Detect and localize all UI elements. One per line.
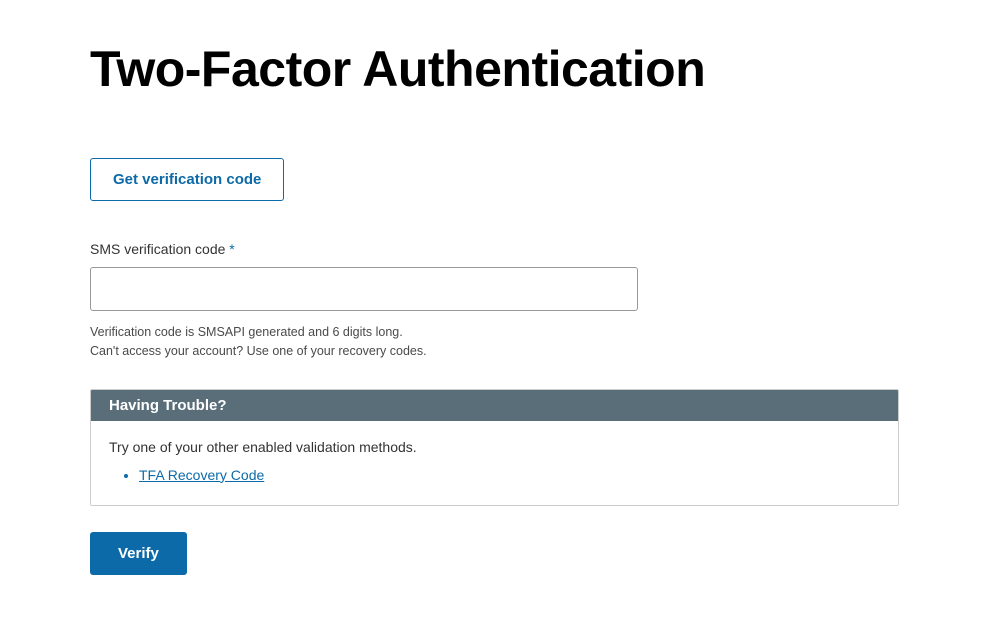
trouble-panel-header: Having Trouble? xyxy=(91,390,898,421)
trouble-methods-list: TFA Recovery Code xyxy=(109,467,880,483)
trouble-panel-body: Try one of your other enabled validation… xyxy=(91,421,898,505)
get-verification-code-button[interactable]: Get verification code xyxy=(90,158,284,201)
tfa-recovery-code-link[interactable]: TFA Recovery Code xyxy=(139,467,264,483)
verify-button[interactable]: Verify xyxy=(90,532,187,575)
sms-code-input[interactable] xyxy=(90,267,638,311)
sms-code-label: SMS verification code * xyxy=(90,241,899,257)
sms-code-help-text: Verification code is SMSAPI generated an… xyxy=(90,323,899,361)
help-text-line-2: Can't access your account? Use one of yo… xyxy=(90,342,899,361)
required-asterisk: * xyxy=(229,241,234,257)
sms-code-group: SMS verification code * Verification cod… xyxy=(90,241,899,361)
sms-code-label-text: SMS verification code xyxy=(90,241,225,257)
list-item: TFA Recovery Code xyxy=(139,467,880,483)
trouble-panel-text: Try one of your other enabled validation… xyxy=(109,439,880,455)
trouble-panel: Having Trouble? Try one of your other en… xyxy=(90,389,899,506)
page-title: Two-Factor Authentication xyxy=(90,40,899,98)
help-text-line-1: Verification code is SMSAPI generated an… xyxy=(90,323,899,342)
